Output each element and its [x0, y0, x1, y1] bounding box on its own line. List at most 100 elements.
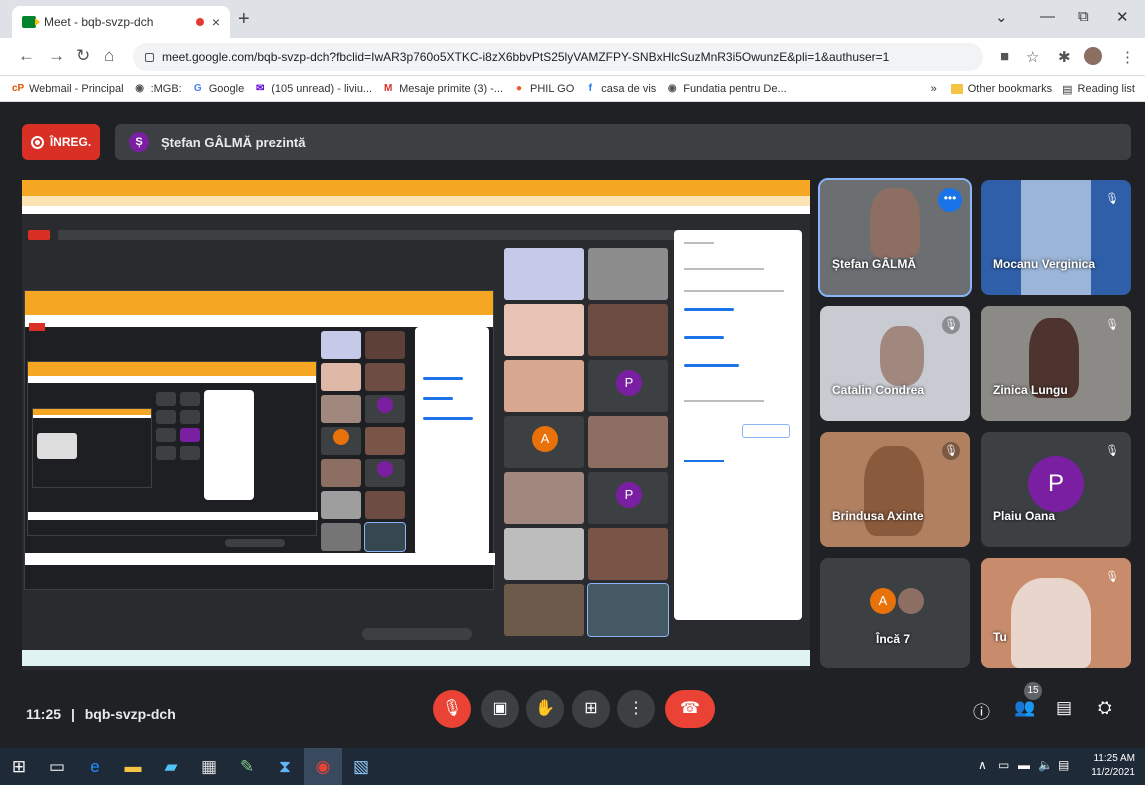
- camera-toggle-button[interactable]: ▣: [481, 690, 519, 728]
- folder-icon: [950, 84, 963, 94]
- shared-tile: [504, 528, 584, 580]
- back-arrow-icon[interactable]: ←: [18, 46, 35, 66]
- bookmark-yahoo-mail[interactable]: ✉ (105 unread) - liviu...: [254, 83, 372, 95]
- nested-screen-level-3: [27, 361, 318, 536]
- nested-taskbar: [25, 553, 495, 565]
- meeting-details-icon[interactable]: ⓘ: [973, 698, 990, 723]
- bookmark-label: :MGB:: [150, 82, 182, 95]
- bookmark-label: casa de vis: [601, 82, 657, 95]
- mic-off-icon: 🎙: [942, 442, 960, 460]
- shared-browser-tabbar: [22, 180, 810, 196]
- tile-zinica-lungu[interactable]: 🎙 Zinica Lungu: [981, 306, 1131, 421]
- notes-icon[interactable]: ▧: [342, 748, 380, 785]
- phil-go-icon: ●: [516, 82, 523, 94]
- bookmark-fundatia[interactable]: ◉ Fundatia pentru De...: [666, 82, 787, 95]
- people-icon[interactable]: 👥: [1014, 698, 1035, 718]
- store-icon[interactable]: ▰: [152, 748, 190, 785]
- globe-icon: ◉: [667, 82, 677, 94]
- activities-icon[interactable]: ⛭: [1098, 698, 1112, 718]
- leave-call-button[interactable]: ☎: [665, 690, 715, 728]
- edge-icon[interactable]: e: [76, 748, 114, 785]
- nested-tile: [364, 522, 406, 552]
- participant-video: [880, 326, 924, 386]
- reload-icon[interactable]: ↻: [76, 46, 90, 66]
- tile-brindusa-axinte[interactable]: 🎙 Brindusa Axinte: [820, 432, 970, 547]
- lock-icon: [145, 52, 154, 62]
- bookmarks-right: » Other bookmarks ▤ Reading list: [931, 76, 1135, 102]
- more-options-icon[interactable]: •••: [938, 188, 962, 212]
- home-icon[interactable]: ⌂: [104, 46, 114, 66]
- tab-close-icon[interactable]: ×: [212, 14, 220, 30]
- calculator-icon[interactable]: ▦: [190, 748, 228, 785]
- participant-photo-avatar: [898, 588, 924, 614]
- participant-name: Plaiu Oana: [993, 509, 1056, 523]
- bookmark-webmail[interactable]: cP Webmail - Principal: [12, 83, 124, 95]
- bookmark-casa-de-vis[interactable]: f casa de vis: [584, 82, 657, 95]
- tile-catalin-condrea[interactable]: 🎙 Catalin Condrea: [820, 306, 970, 421]
- reading-list-label: Reading list: [1077, 83, 1135, 95]
- shared-controls: [362, 628, 472, 640]
- bookmark-star-icon[interactable]: ☆: [1026, 48, 1039, 66]
- tray-chevron-icon[interactable]: ∧: [978, 758, 987, 772]
- bookmark-mgb[interactable]: ◉:MGB:: [134, 83, 182, 95]
- network-icon[interactable]: ▭: [998, 758, 1009, 772]
- forward-arrow-icon[interactable]: →: [48, 46, 65, 66]
- profile-avatar[interactable]: [1084, 47, 1102, 65]
- tab-title: Meet - bqb-svzp-dch: [44, 15, 154, 29]
- participant-name: Ștefan GÂLMĂ: [832, 257, 916, 271]
- raise-hand-button[interactable]: ✋: [526, 690, 564, 728]
- nested-screen-level-2: [24, 290, 495, 590]
- tile-plaiu-oana[interactable]: P 🎙 Plaiu Oana: [981, 432, 1131, 547]
- extensions-puzzle-icon[interactable]: ✱: [1058, 48, 1071, 66]
- volume-icon[interactable]: 🔈: [1038, 758, 1053, 772]
- chevron-down-icon[interactable]: ⌄: [995, 8, 1008, 26]
- language-icon[interactable]: ▤: [1058, 758, 1069, 772]
- other-bookmarks[interactable]: Other bookmarks: [950, 83, 1052, 95]
- present-screen-button[interactable]: ⊞: [572, 690, 610, 728]
- shared-screen[interactable]: P A P: [22, 180, 810, 670]
- chat-icon[interactable]: ▤: [1056, 698, 1072, 718]
- bookmark-gmail[interactable]: M Mesaje primite (3) -...: [382, 83, 503, 95]
- battery-icon[interactable]: ▬: [1018, 758, 1030, 772]
- url-bar[interactable]: meet.google.com/bqb-svzp-dch?fbclid=IwAR…: [133, 43, 983, 71]
- shared-tile: [588, 248, 668, 300]
- more-bookmarks-button[interactable]: »: [931, 83, 937, 95]
- app-icon[interactable]: ⧗: [266, 748, 304, 785]
- camera-in-use-icon[interactable]: ■: [1000, 48, 1009, 65]
- participant-name: Zinica Lungu: [993, 383, 1068, 397]
- reading-list[interactable]: ▤ Reading list: [1062, 83, 1135, 96]
- self-name: Tu: [993, 630, 1007, 644]
- tile-mocanu-verginica[interactable]: 🎙 Mocanu Verginica: [981, 180, 1131, 295]
- windows-start-icon[interactable]: ⊞: [0, 748, 38, 785]
- restore-button[interactable]: ⧉: [1078, 8, 1089, 25]
- nested-mini: [156, 392, 176, 406]
- tray-clock[interactable]: 11:25 AM 11/2/2021: [1091, 752, 1135, 780]
- mic-off-icon: 🎙: [1105, 445, 1119, 457]
- shared-tile: [504, 472, 584, 524]
- tab-meet[interactable]: Meet - bqb-svzp-dch ×: [12, 6, 230, 38]
- new-tab-button[interactable]: +: [238, 8, 250, 31]
- bookmark-google[interactable]: G Google: [192, 83, 244, 95]
- file-explorer-icon[interactable]: ▬: [114, 748, 152, 785]
- browser-tab-strip: Meet - bqb-svzp-dch × + ⌄ — ⧉ ✕: [0, 0, 1145, 38]
- participant-avatar: P: [1028, 456, 1084, 512]
- tile-self-view[interactable]: 🎙 Tu: [981, 558, 1131, 668]
- paint-icon[interactable]: ✎: [228, 748, 266, 785]
- more-options-button[interactable]: ⋮: [617, 690, 655, 728]
- tile-stefan-galma[interactable]: ••• Ștefan GÂLMĂ: [818, 178, 972, 297]
- tile-more-participants[interactable]: A Încă 7: [820, 558, 970, 668]
- task-view-icon[interactable]: ▭: [38, 748, 76, 785]
- bookmark-phil-go[interactable]: ● PHIL GO: [513, 83, 574, 95]
- nested-mini: [37, 433, 77, 459]
- close-window-button[interactable]: ✕: [1116, 8, 1129, 26]
- menu-kebab-icon[interactable]: ⋮: [1120, 48, 1135, 66]
- nested-mini: [156, 428, 176, 442]
- recording-indicator-icon: [195, 18, 204, 26]
- chrome-icon[interactable]: ◉: [304, 748, 342, 785]
- bookmark-label: (105 unread) - liviu...: [271, 82, 373, 95]
- mic-toggle-button[interactable]: 🎙: [433, 690, 471, 728]
- minimize-button[interactable]: —: [1040, 8, 1055, 25]
- recording-button[interactable]: ÎNREG.: [22, 124, 100, 160]
- nested-tile: [321, 363, 361, 391]
- presenter-avatar: Ș: [129, 132, 149, 152]
